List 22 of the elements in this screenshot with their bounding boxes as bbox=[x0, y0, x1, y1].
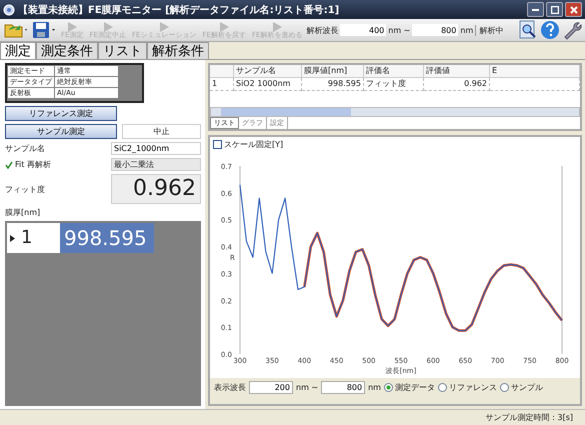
fit-method-field: 最小二乗法 bbox=[111, 158, 201, 171]
sample-name-label: サンプル名 bbox=[5, 143, 45, 154]
unit-label: nm bbox=[368, 383, 381, 392]
table-cell: 998.595 bbox=[302, 78, 364, 91]
fit-degree-label: フィット度 bbox=[5, 184, 45, 194]
thickness-value: 998.595 bbox=[60, 223, 154, 253]
unit-label: nm bbox=[460, 26, 474, 34]
unit-label: nm ~ bbox=[296, 383, 318, 392]
table-cell: 1 bbox=[210, 78, 234, 91]
window-title: 【装置未接続】FE膜厚モニター [解析データファイル名:リスト番号:1] bbox=[18, 4, 340, 16]
run-state-display: 中止 bbox=[122, 124, 201, 139]
table-cell: 0.962 bbox=[424, 78, 490, 91]
status-text: サンプル測定時間 : 3[s] bbox=[486, 412, 573, 423]
display-range-label: 表示波長 bbox=[214, 382, 246, 393]
table-cell: SiO2 1000nm bbox=[234, 78, 302, 91]
table-cell: フィット度 bbox=[364, 78, 424, 91]
thickness-label: 膜厚[nm] bbox=[5, 207, 42, 218]
fit-degree-value: 0.962 bbox=[111, 174, 201, 204]
range-label: 解析波長 bbox=[306, 24, 338, 36]
status-label: 解析中 bbox=[475, 24, 504, 36]
thickness-index: 1 bbox=[21, 226, 32, 250]
unit-label: nm ~ bbox=[388, 26, 410, 34]
